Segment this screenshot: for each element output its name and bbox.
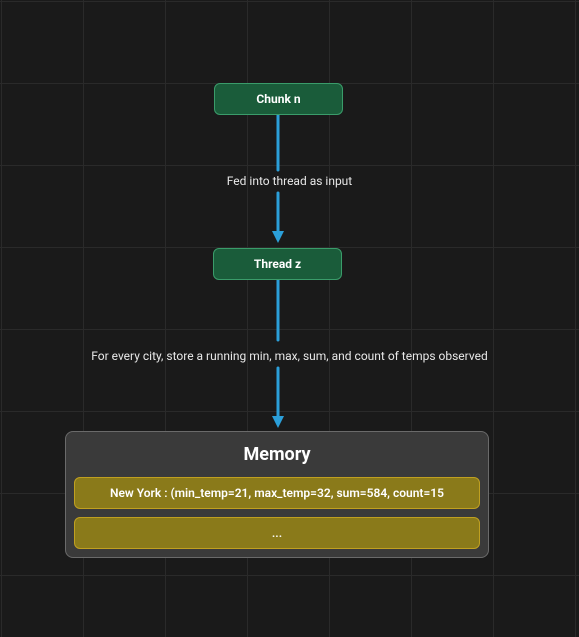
memory-title: Memory (66, 432, 488, 477)
diagram-canvas: Chunk n Fed into thread as input Thread … (0, 0, 579, 637)
thread-node: Thread z (213, 248, 342, 280)
memory-row: ... (74, 517, 480, 549)
edge-label-1: Fed into thread as input (0, 174, 579, 188)
chunk-label: Chunk n (256, 92, 300, 106)
chunk-node: Chunk n (214, 83, 343, 115)
memory-content: New York : (min_temp=21, max_temp=32, su… (66, 477, 488, 557)
memory-row: New York : (min_temp=21, max_temp=32, su… (74, 477, 480, 509)
memory-panel: Memory New York : (min_temp=21, max_temp… (65, 431, 489, 558)
edge-label-2: For every city, store a running min, max… (0, 349, 579, 363)
thread-label: Thread z (254, 257, 301, 271)
